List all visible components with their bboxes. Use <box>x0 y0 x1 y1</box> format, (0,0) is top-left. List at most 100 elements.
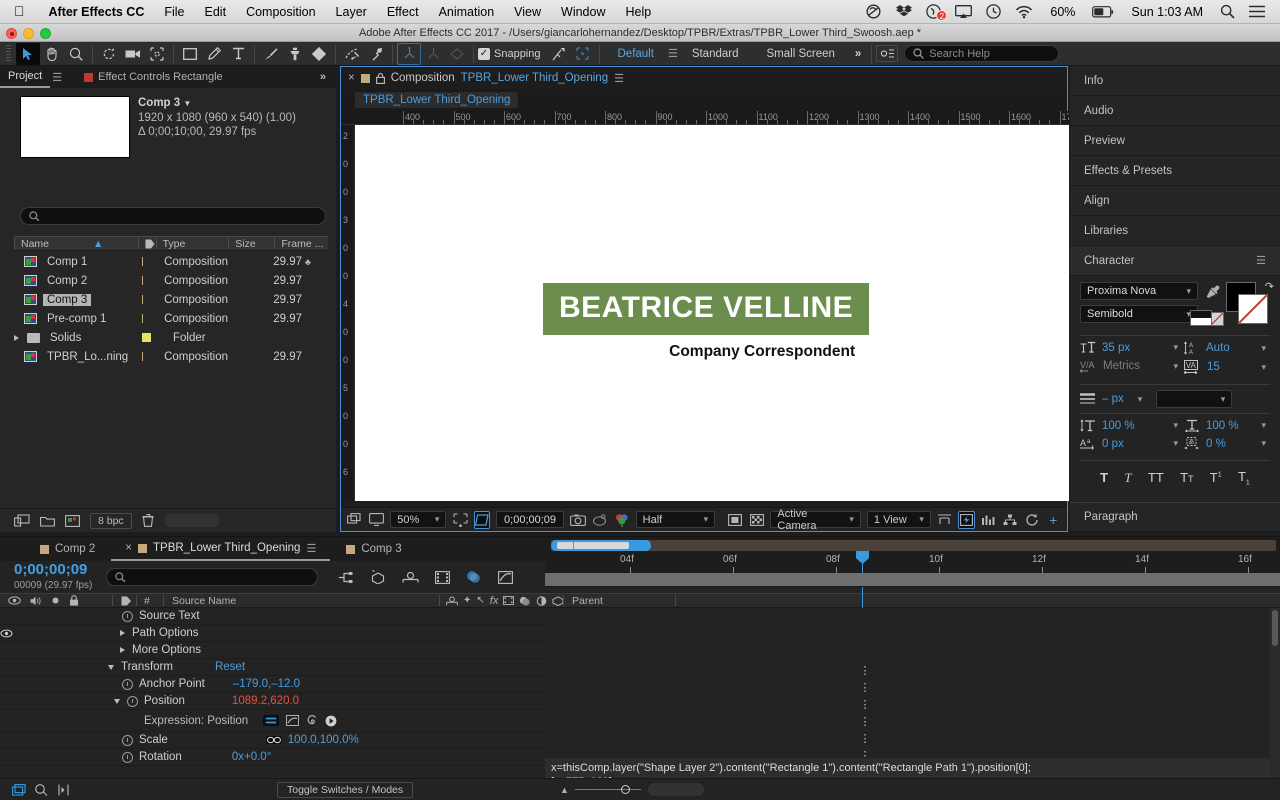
minimize-window-button[interactable] <box>23 28 34 39</box>
world-axis-icon[interactable] <box>421 43 445 65</box>
font-family-select[interactable]: Proxima Nova ▾ <box>1080 282 1198 300</box>
font-size-value[interactable]: 35 px <box>1102 342 1130 354</box>
timeline-icon[interactable] <box>981 511 997 529</box>
toggle-mask-path-icon[interactable] <box>473 510 491 529</box>
breadcrumb[interactable]: TPBR_Lower Third_Opening <box>355 92 519 108</box>
font-style-select[interactable]: Semibold ▾ <box>1080 305 1198 323</box>
selection-tool-icon[interactable] <box>16 42 40 65</box>
superscript-button[interactable]: T1 <box>1210 470 1222 485</box>
adjustment-layer-icon[interactable] <box>536 595 547 606</box>
lock-icon[interactable] <box>375 72 385 84</box>
list-icon[interactable] <box>1242 5 1272 18</box>
panel-preview[interactable]: Preview <box>1070 126 1280 156</box>
chevron-down-icon[interactable]: ▾ <box>1138 394 1143 405</box>
timeline-search-input[interactable] <box>106 568 319 586</box>
tab-effect-controls[interactable]: Effect Controls Rectangle <box>76 66 231 88</box>
stroke-color-swatch[interactable] <box>1238 294 1268 324</box>
current-time-field[interactable]: 0;00;00;09 <box>496 511 565 528</box>
new-composition-icon[interactable] <box>14 514 30 527</box>
snap-bounds-icon[interactable] <box>571 43 595 65</box>
eraser-tool-icon[interactable] <box>307 43 331 65</box>
disclosure-triangle-down-icon[interactable] <box>108 664 114 670</box>
menu-bar-clock[interactable]: Sun 1:03 AM <box>1121 5 1213 19</box>
chevron-down-icon[interactable]: ▾ <box>1173 361 1184 372</box>
horizontal-ruler[interactable]: 400 500 600 700 800 900 1000 1100 1200 1300 1400 15… <box>341 111 1069 125</box>
brush-tool-icon[interactable] <box>259 43 283 65</box>
timeline-current-time[interactable]: 0;00;00;09 00009 (29.97 fps) <box>0 562 92 593</box>
close-window-button[interactable] <box>6 28 17 39</box>
timeline-zoom-range[interactable] <box>557 542 629 549</box>
disclosure-triangle-icon[interactable] <box>120 647 125 653</box>
rotation-tool-icon[interactable] <box>97 43 121 65</box>
draft-3d-icon[interactable] <box>370 570 386 584</box>
panel-menu-icon[interactable]: ☰ <box>306 542 316 555</box>
zoom-tool-icon[interactable] <box>64 43 88 65</box>
property-value[interactable]: 0x+0.0° <box>232 751 271 763</box>
always-preview-icon[interactable] <box>347 511 363 529</box>
zoom-slider-track[interactable] <box>574 785 641 794</box>
chevron-down-icon[interactable]: ▾ <box>1173 420 1184 431</box>
solo-switch-icon[interactable] <box>51 596 60 605</box>
timeline-vertical-scrollbar[interactable] <box>1270 608 1280 780</box>
snapping-checkbox[interactable]: ✓ <box>478 47 490 60</box>
stopwatch-icon[interactable] <box>122 678 133 690</box>
property-value[interactable]: 100.0,100.0% <box>288 734 359 746</box>
monitor-icon[interactable] <box>368 511 385 529</box>
project-search-input[interactable] <box>20 207 326 225</box>
video-switch-icon[interactable] <box>8 596 21 605</box>
lock-switch-icon[interactable] <box>69 595 79 606</box>
timeline-graph-area[interactable]: ⋮ ⋮ ⋮ ⋮ ⋮ ⋮ x=thisComp.layer("Shape Laye… <box>545 608 1280 800</box>
zoom-level-select[interactable]: 50% ▾ <box>390 511 447 528</box>
tsume-value[interactable]: 0 % <box>1206 438 1226 450</box>
timeline-ruler[interactable]: 04f 06f 08f 10f 12f 14f 16f <box>545 537 1280 759</box>
expression-language-menu-icon[interactable] <box>325 715 337 727</box>
workspace-settings-icon[interactable] <box>876 45 899 62</box>
disclosure-triangle-icon[interactable] <box>14 334 19 341</box>
menu-item-file[interactable]: File <box>154 5 194 19</box>
frame-blending-icon[interactable] <box>435 570 451 584</box>
lower-third-subtitle[interactable]: Company Correspondent <box>543 343 869 361</box>
puppet-pin-tool-icon[interactable] <box>364 43 388 65</box>
zoom-out-icon[interactable]: ▲ <box>560 785 569 795</box>
workspace-small-screen[interactable]: Small Screen <box>753 48 849 60</box>
maximize-window-button[interactable] <box>40 28 51 39</box>
clone-stamp-tool-icon[interactable] <box>283 43 307 65</box>
stopwatch-icon[interactable] <box>122 751 133 763</box>
panel-libraries[interactable]: Libraries <box>1070 216 1280 246</box>
panel-paragraph[interactable]: Paragraph <box>1070 502 1280 532</box>
menu-item-layer[interactable]: Layer <box>326 5 377 19</box>
layer-switches-icon[interactable] <box>12 783 26 796</box>
keyframe-marker[interactable]: ⋮ <box>860 730 871 747</box>
panel-audio[interactable]: Audio <box>1070 96 1280 126</box>
eye-icon[interactable] <box>0 629 16 638</box>
project-settings-icon[interactable] <box>65 514 80 527</box>
roto-brush-tool-icon[interactable] <box>340 43 364 65</box>
airplay-icon[interactable] <box>948 4 979 19</box>
view-layout-select[interactable]: 1 View ▾ <box>866 511 931 528</box>
chevron-down-icon[interactable]: ▾ <box>1173 342 1184 353</box>
type-tool-icon[interactable] <box>226 43 250 65</box>
battery-icon[interactable] <box>1085 5 1121 18</box>
fast-previews-icon[interactable] <box>958 510 975 529</box>
channel-and-color-management-icon[interactable] <box>614 511 630 529</box>
workspace-standard[interactable]: Standard <box>678 48 753 60</box>
camera-view-select[interactable]: Active Camera ▾ <box>770 508 861 532</box>
chevron-down-icon[interactable]: ▾ <box>1261 343 1270 354</box>
keyframe-marker[interactable]: ⋮ <box>860 679 871 696</box>
creative-cloud-icon[interactable] <box>858 4 889 19</box>
panel-menu-icon[interactable]: ☰ <box>1256 254 1266 267</box>
faux-bold-button[interactable]: T <box>1100 470 1108 485</box>
column-header-label[interactable] <box>138 238 155 249</box>
selected-item-name[interactable]: Comp 3 ▼ <box>138 96 296 111</box>
property-value[interactable]: –179.0,–12.0 <box>233 678 300 690</box>
chevron-down-icon[interactable]: ▾ <box>1173 438 1184 449</box>
local-axis-icon[interactable] <box>397 42 421 65</box>
time-machine-icon[interactable] <box>979 4 1008 19</box>
hide-shy-layers-icon[interactable] <box>402 571 419 584</box>
motion-blur-icon[interactable] <box>519 596 531 606</box>
project-list-item[interactable]: Solids Folder <box>14 328 328 347</box>
column-header-type[interactable]: Type <box>155 238 229 250</box>
search-help-field[interactable]: Search Help <box>904 45 1060 62</box>
stopwatch-icon[interactable] <box>122 734 133 746</box>
property-row-position[interactable]: Position 1089.2,620.0 <box>0 693 545 710</box>
